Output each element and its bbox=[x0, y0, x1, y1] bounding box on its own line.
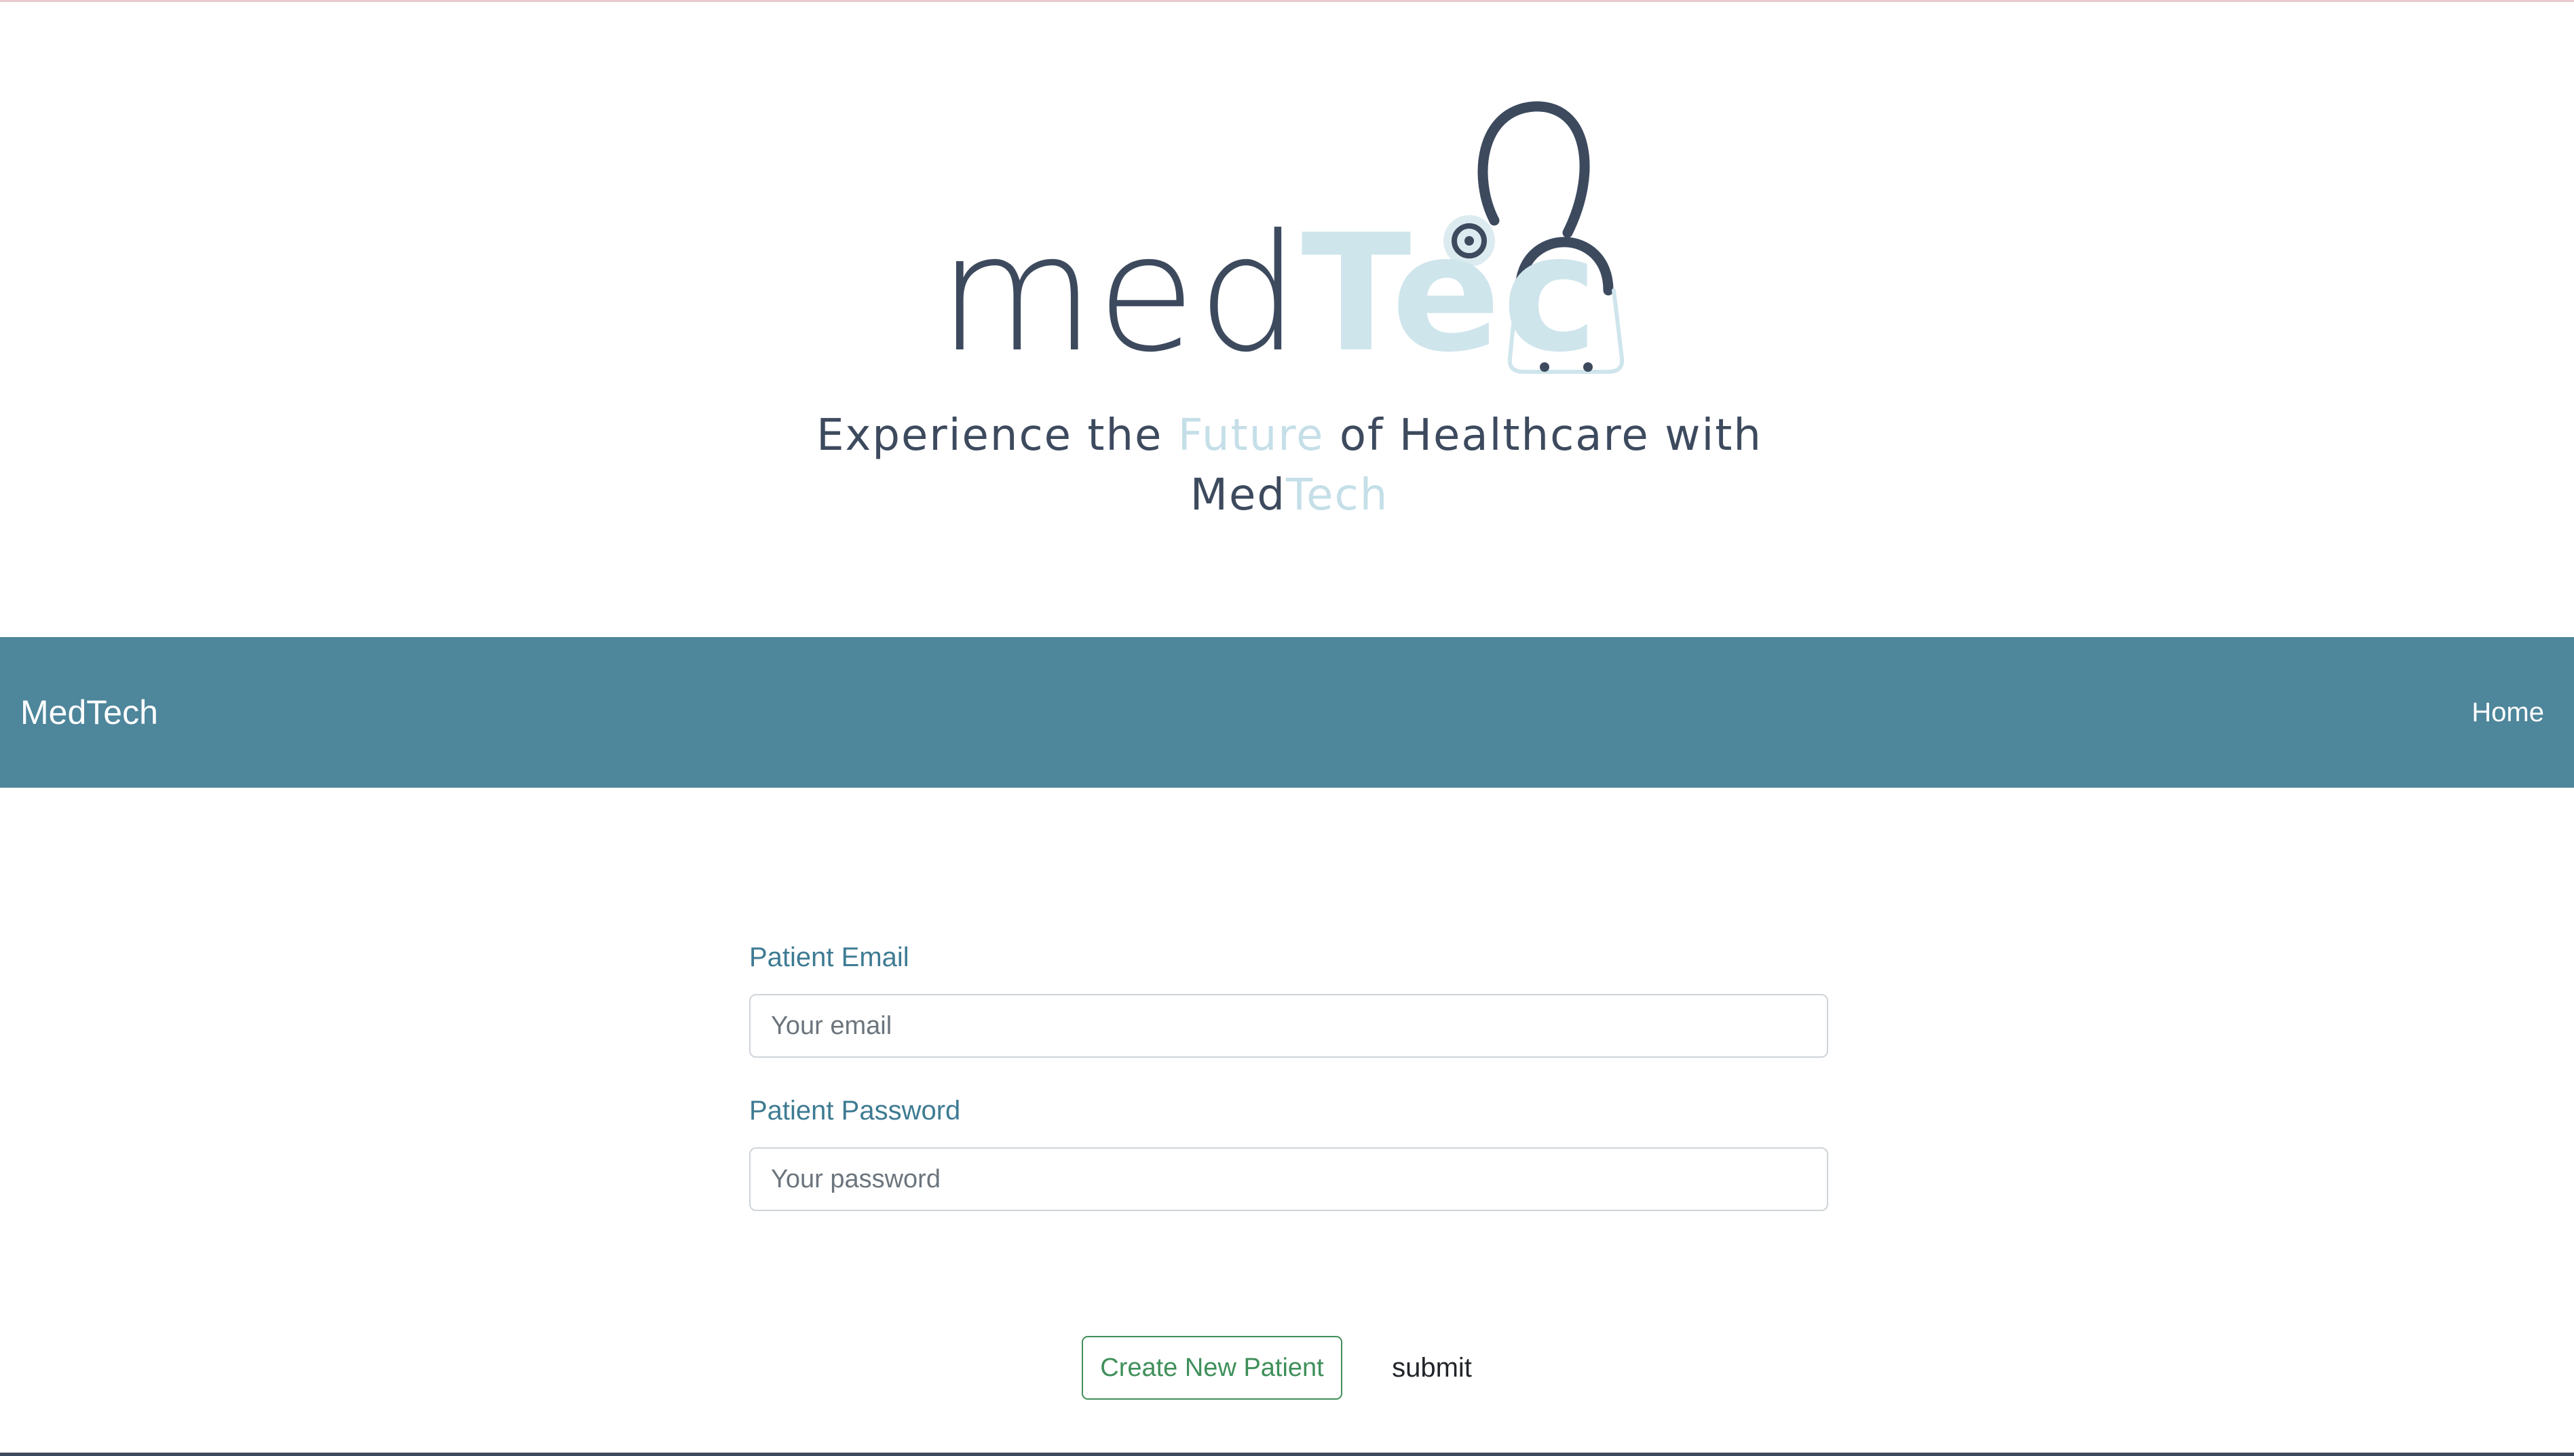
logo-wordmark: medTec bbox=[938, 214, 1600, 375]
logo-wordmark-dark: med bbox=[938, 200, 1302, 388]
create-new-patient-button[interactable]: Create New Patient bbox=[1082, 1336, 1342, 1400]
tagline-brand-light: Tech bbox=[1285, 470, 1389, 520]
navbar-brand[interactable]: MedTech bbox=[20, 637, 158, 788]
logo-wordmark-light: Tec bbox=[1301, 200, 1600, 388]
password-field[interactable] bbox=[749, 1147, 1828, 1211]
email-label: Patient Email bbox=[749, 942, 909, 972]
top-navbar: MedTech Home bbox=[0, 637, 2574, 788]
email-field[interactable] bbox=[749, 994, 1828, 1058]
logo-banner: medTec Experience the Future of Healthca… bbox=[0, 2, 2574, 637]
tagline-brand-dark: Med bbox=[1190, 470, 1286, 520]
tagline-text-end: of Healthcare with bbox=[1324, 410, 1762, 461]
bottom-divider bbox=[0, 1453, 2574, 1456]
tagline-highlight: Future bbox=[1177, 410, 1325, 461]
tagline-text: Experience the bbox=[816, 410, 1178, 461]
submit-button[interactable]: submit bbox=[1372, 1336, 1492, 1400]
logo-tagline: Experience the Future of Healthcare with… bbox=[780, 406, 1798, 525]
password-label: Patient Password bbox=[749, 1096, 961, 1126]
nav-home-link[interactable]: Home bbox=[2472, 637, 2544, 788]
patient-login-form: Patient Email Patient Password bbox=[749, 938, 1828, 1211]
